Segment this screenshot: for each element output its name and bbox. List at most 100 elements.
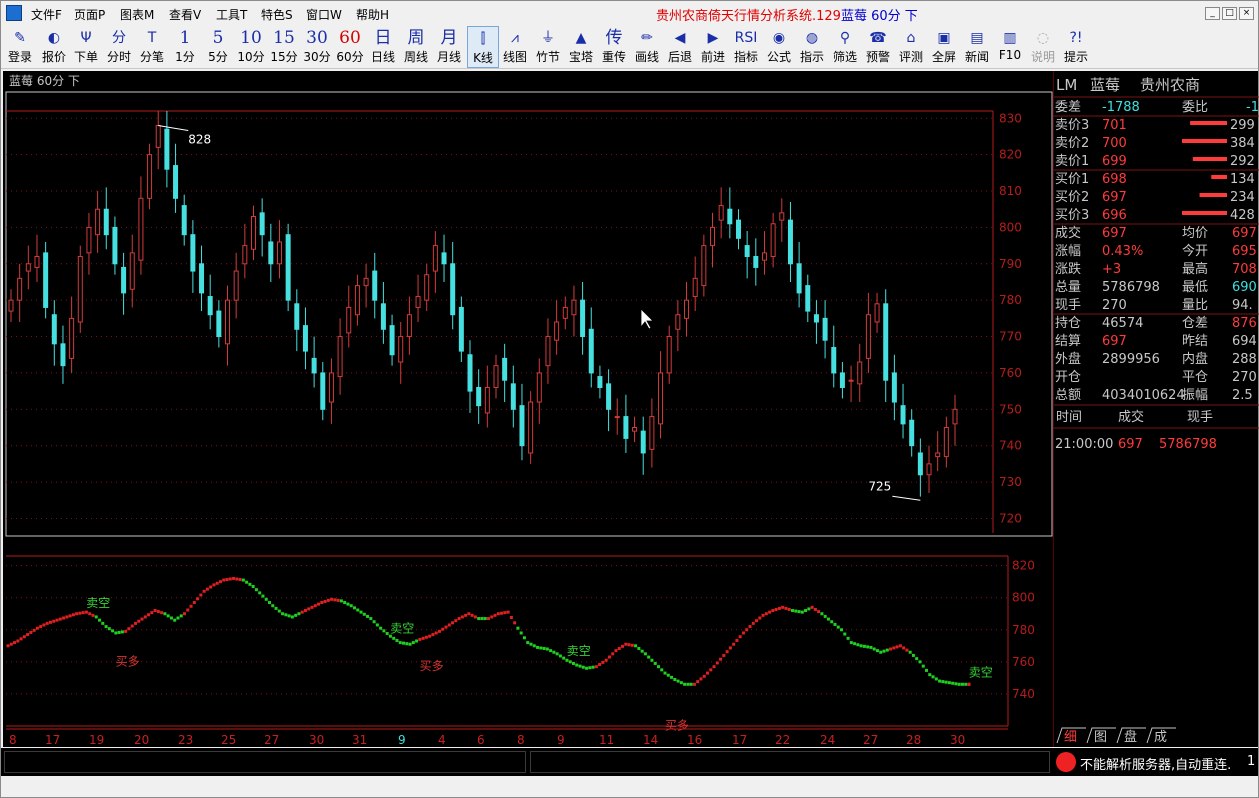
toolbar-button-28[interactable]: ▣ 全屏 [928, 26, 960, 68]
candle-body [675, 314, 681, 330]
panel-tab[interactable]: 成 [1154, 730, 1167, 745]
indicator-dot [356, 608, 360, 612]
candle-body [398, 336, 404, 363]
kline-chart[interactable]: 蓝莓 60分 下83082081080079078077076075074073… [3, 71, 1053, 747]
toolbar-button-25[interactable]: ⚲ 筛选 [829, 26, 861, 68]
indicator-dot [938, 679, 942, 683]
indicator-dot [555, 652, 559, 656]
toolbar-button-22[interactable]: RSI 指标 [730, 26, 762, 68]
toolbar-label: 周线 [403, 50, 428, 64]
toolbar-button-24[interactable]: ◍ 指示 [796, 26, 828, 68]
menu-special[interactable]: 特色S [261, 6, 293, 23]
panel-tab[interactable]: 图 [1094, 730, 1107, 745]
candle-body [121, 266, 127, 294]
indicator-dot [859, 644, 863, 648]
toolbar-button-11[interactable]: 日日线 [367, 26, 399, 68]
menu-file[interactable]: 文件F [31, 6, 62, 23]
indicator-dot [872, 647, 876, 651]
indicator-dot [487, 617, 490, 621]
toolbar-button-13[interactable]: 月月线 [433, 26, 465, 68]
toolbar-button-9[interactable]: 30 30分 [301, 26, 333, 68]
toolbar-button-16[interactable]: ⏚ 竹节 [532, 26, 564, 68]
indicator-dot [192, 601, 196, 605]
close-button[interactable]: × [1239, 7, 1254, 20]
toolbar-button-4[interactable]: T 分笔 [136, 26, 168, 68]
menu-help[interactable]: 帮助H [356, 6, 389, 23]
indicator-dot [369, 617, 373, 621]
toolbar-label: 分时 [106, 50, 131, 64]
ask-label: 卖价2 [1055, 136, 1089, 151]
toolbar-button-23[interactable]: ◉ 公式 [763, 26, 795, 68]
indicator-dot [692, 682, 696, 686]
toolbar-button-5[interactable]: 1 1分 [169, 26, 201, 68]
toolbar-button-8[interactable]: 15 15分 [268, 26, 300, 68]
indicator-dot [706, 671, 710, 675]
indicator-dot [728, 646, 732, 650]
toolbar-button-0[interactable]: ✎ 登录 [4, 26, 36, 68]
indicator-dot [366, 614, 370, 618]
toolbar-button-17[interactable]: ▲ 宝塔 [565, 26, 597, 68]
indicator-dot [889, 647, 893, 651]
minimize-button[interactable]: _ [1205, 7, 1220, 20]
indicator-dot [957, 682, 961, 686]
toolbar-button-6[interactable]: 5 5分 [202, 26, 234, 68]
draw-icon: ✏ [641, 30, 653, 46]
ask-volume: 384 [1230, 136, 1255, 151]
indicator-dot [833, 622, 837, 626]
filter-icon: ⚲ [839, 30, 851, 46]
indicator-dot [464, 613, 468, 617]
toolbar-button-18[interactable]: 传重传 [598, 26, 630, 68]
menu-window[interactable]: 窗口W [306, 6, 342, 23]
indicator-dot [137, 619, 141, 623]
toolbar-button-12[interactable]: 周周线 [400, 26, 432, 68]
toolbar-button-10[interactable]: 60 60分 [334, 26, 366, 68]
menu-tools[interactable]: 工具T [216, 6, 247, 23]
indicator-dot [379, 626, 383, 630]
stat-label: 振幅 [1182, 388, 1208, 403]
toolbar-button-29[interactable]: ▤ 新闻 [961, 26, 993, 68]
toolbar-button-2[interactable]: Ψ 下单 [70, 26, 102, 68]
toolbar-label: K线 [473, 51, 493, 65]
indicator-dot [196, 597, 200, 601]
maximize-button[interactable]: □ [1222, 7, 1237, 20]
indicator-dot [163, 612, 167, 616]
indicator-dot [797, 610, 801, 614]
stat-label: 成交 [1055, 225, 1081, 241]
toolbar-button-19[interactable]: ✏ 画线 [631, 26, 663, 68]
toolbar-button-7[interactable]: 10 10分 [235, 26, 267, 68]
candle-body [588, 328, 594, 374]
stat-value: 270 [1232, 370, 1257, 385]
toolbar-button-1[interactable]: ◐ 报价 [38, 26, 70, 68]
toolbar-button-14[interactable]: ⫿ K线 [467, 26, 499, 68]
indicator-dot [460, 615, 464, 619]
toolbar-button-15[interactable]: ⩘ 线图 [499, 26, 531, 68]
indicator-dot [849, 641, 853, 645]
menu-chart[interactable]: 图表M [120, 6, 154, 23]
toolbar-button-26[interactable]: ☎ 预警 [862, 26, 894, 68]
panel-tab[interactable]: 细 [1064, 730, 1077, 745]
indicator-dot [48, 620, 52, 624]
candle-body [250, 216, 256, 250]
indicator-tick-label: 780 [1012, 623, 1035, 637]
toolbar-button-20[interactable]: ◀ 后退 [664, 26, 696, 68]
stat-value: 697 [1102, 334, 1127, 349]
toolbar-button-3[interactable]: 分分时 [103, 26, 135, 68]
quote-icon: ◐ [47, 30, 61, 46]
indicator-dot [660, 668, 664, 672]
indicator-dot [300, 610, 304, 614]
chart-area[interactable]: 蓝莓 60分 下 830 820 810 800 790 780 770 760 750 740 73… [3, 71, 1053, 747]
menu-view[interactable]: 查看V [169, 6, 201, 23]
toolbar-button-32[interactable]: ?! 提示 [1060, 26, 1092, 68]
toolbar-button-21[interactable]: ▶ 前进 [697, 26, 729, 68]
indicator-dot [653, 661, 657, 665]
menu-page[interactable]: 页面P [74, 6, 105, 23]
toolbar-button-30[interactable]: ▥ F10 [994, 26, 1026, 68]
indicator-dot [764, 612, 768, 616]
toolbar-button-27[interactable]: ⌂ 评测 [895, 26, 927, 68]
indicator-dot [228, 577, 232, 581]
indicator-dot [392, 636, 396, 640]
panel-tab[interactable]: 盘 [1124, 729, 1137, 745]
signal-label: 卖空 [390, 622, 414, 636]
indicator-dot [617, 646, 621, 650]
indicator-dot [45, 621, 49, 625]
